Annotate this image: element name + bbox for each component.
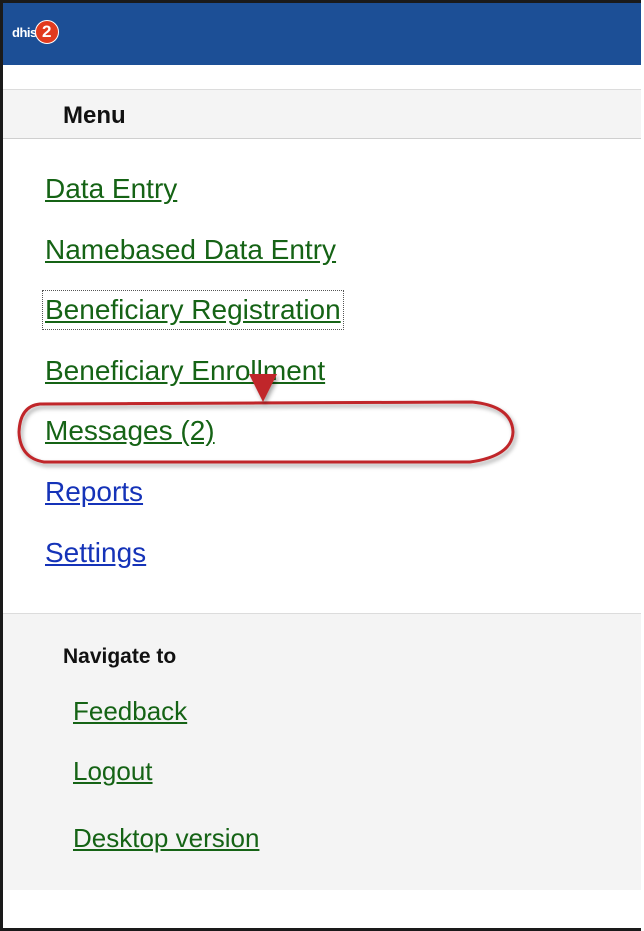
menu-section-header: Menu bbox=[3, 89, 641, 139]
menu-item-messages[interactable]: Messages (2) bbox=[45, 414, 215, 448]
nav-item-logout[interactable]: Logout bbox=[73, 756, 153, 786]
app-window: dhis 2 Menu Data Entry Namebased Data En… bbox=[0, 0, 641, 931]
menu-item-data-entry[interactable]: Data Entry bbox=[45, 172, 177, 206]
menu-item-beneficiary-registration[interactable]: Beneficiary Registration bbox=[42, 290, 344, 330]
menu-item-reports[interactable]: Reports bbox=[45, 475, 143, 509]
navigate-section: Navigate to Feedback Logout Desktop vers… bbox=[3, 613, 641, 890]
logo-text: dhis bbox=[12, 24, 37, 40]
logo-badge: 2 bbox=[34, 20, 59, 44]
dhis2-logo[interactable]: dhis 2 bbox=[12, 19, 59, 45]
nav-item-desktop-version[interactable]: Desktop version bbox=[73, 823, 259, 853]
menu-title: Menu bbox=[63, 102, 126, 129]
nav-item-feedback[interactable]: Feedback bbox=[73, 696, 187, 726]
navigate-title: Navigate to bbox=[63, 645, 177, 668]
menu-item-beneficiary-enrollment[interactable]: Beneficiary Enrollment bbox=[45, 354, 325, 388]
menu-item-settings[interactable]: Settings bbox=[45, 536, 146, 570]
menu-item-namebased-data-entry[interactable]: Namebased Data Entry bbox=[45, 233, 336, 267]
top-bar: dhis 2 bbox=[3, 3, 641, 65]
